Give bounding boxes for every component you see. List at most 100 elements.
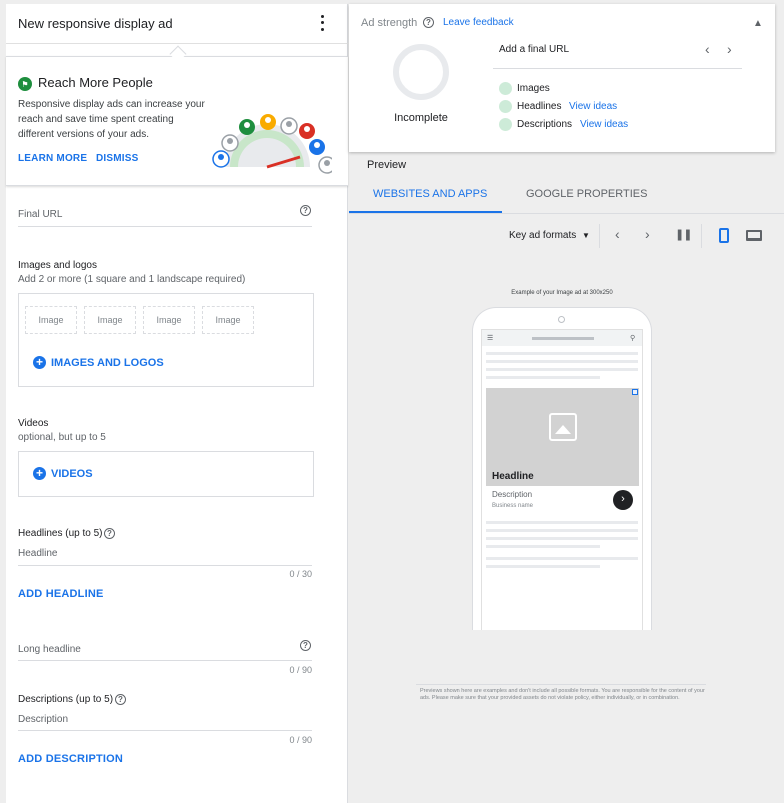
- image-slot[interactable]: Image: [143, 306, 195, 334]
- preview-tabs: WEBSITES AND APPS GOOGLE PROPERTIES: [349, 178, 784, 214]
- headlines-status-label: Headlines: [517, 101, 562, 112]
- collapse-chevron-icon[interactable]: ▲: [753, 18, 763, 29]
- next-icon[interactable]: ›: [645, 226, 650, 242]
- long-headline-input[interactable]: Long headline: [18, 644, 81, 655]
- strength-ring: [393, 44, 449, 100]
- gauge-illustration-icon: [212, 114, 332, 174]
- images-subtitle: Add 2 or more (1 square and 1 landscape …: [18, 274, 246, 285]
- long-headline-counter: 0 / 90: [289, 665, 312, 675]
- dismiss-button[interactable]: DISMISS: [96, 153, 139, 164]
- headlines-help-icon[interactable]: ?: [104, 528, 115, 539]
- editor-title: New responsive display ad: [18, 16, 173, 31]
- ad-description: Description: [492, 490, 533, 499]
- headline-underline: [18, 565, 312, 566]
- preview-title: Preview: [367, 159, 407, 171]
- add-images-label: IMAGES AND LOGOS: [51, 356, 164, 369]
- mountain-shape: [555, 425, 571, 434]
- images-box: Image Image Image Image + IMAGES AND LOG…: [18, 293, 314, 387]
- description-input[interactable]: Description: [18, 714, 68, 725]
- desktop-device-icon[interactable]: [746, 230, 762, 241]
- headline-input[interactable]: Headline: [18, 548, 57, 559]
- final-url-underline: [18, 226, 312, 227]
- mobile-device-icon[interactable]: [719, 228, 729, 243]
- example-caption: Example of your Image ad at 300x250: [511, 290, 613, 296]
- images-status-label: Images: [517, 83, 550, 94]
- ad-image: Headline: [486, 388, 639, 486]
- videos-subtitle: optional, but up to 5: [18, 432, 106, 443]
- descriptions-status-dot: [499, 118, 512, 131]
- active-tab-indicator: [349, 211, 502, 213]
- flag-icon: ⚑: [18, 77, 32, 91]
- description-counter: 0 / 90: [289, 735, 312, 745]
- phone-screen: ☰ ⚲ Headline Description Business name ›: [481, 329, 643, 630]
- descriptions-view-ideas-link[interactable]: View ideas: [580, 119, 628, 130]
- strength-tip: Add a final URL: [499, 44, 570, 55]
- final-url-input[interactable]: Final URL: [18, 209, 62, 220]
- descriptions-help-icon[interactable]: ?: [115, 694, 126, 705]
- videos-box: + VIDEOS: [18, 451, 314, 497]
- plus-icon: +: [33, 356, 46, 369]
- pause-icon[interactable]: ❚❚: [675, 228, 692, 241]
- ad-cta-arrow-icon: ›: [613, 490, 633, 510]
- headline-counter: 0 / 30: [289, 569, 312, 579]
- content-placeholder: [486, 376, 600, 379]
- tip-title: Reach More People: [38, 75, 153, 90]
- dropdown-arrow-icon: ▼: [582, 231, 590, 240]
- add-images-button[interactable]: + IMAGES AND LOGOS: [33, 356, 164, 369]
- final-url-help-icon[interactable]: ?: [300, 205, 311, 216]
- content-placeholder: [486, 529, 638, 532]
- long-headline-help-icon[interactable]: ?: [300, 640, 311, 651]
- more-options-icon[interactable]: [317, 13, 327, 33]
- formats-label: Key ad formats: [509, 230, 577, 241]
- content-placeholder: [486, 545, 600, 548]
- preview-toolbar: Key ad formats ▼ ‹ › ❚❚: [349, 214, 784, 258]
- tab-google-properties[interactable]: GOOGLE PROPERTIES: [526, 188, 647, 200]
- ad-strength-help-icon[interactable]: ?: [423, 17, 434, 28]
- images-status-dot: [499, 82, 512, 95]
- editor-header: New responsive display ad: [6, 4, 348, 44]
- preview-disclaimer: Previews shown here are examples and don…: [420, 688, 705, 701]
- plus-icon: +: [33, 467, 46, 480]
- previous-icon[interactable]: ‹: [615, 226, 620, 242]
- headlines-title: Headlines (up to 5): [18, 528, 103, 539]
- learn-more-link[interactable]: LEARN MORE: [18, 153, 87, 164]
- image-slot[interactable]: Image: [202, 306, 254, 334]
- ad-business-name: Business name: [492, 503, 534, 509]
- descriptions-title: Descriptions (up to 5): [18, 694, 114, 705]
- tip-divider: [493, 68, 742, 69]
- phone-camera: [558, 316, 565, 323]
- description-underline: [18, 730, 312, 731]
- content-placeholder: [486, 557, 638, 560]
- add-videos-label: VIDEOS: [51, 467, 93, 480]
- videos-title: Videos: [18, 418, 49, 429]
- ad-strength-card: Ad strength ? Leave feedback Incomplete …: [349, 4, 775, 152]
- headlines-view-ideas-link[interactable]: View ideas: [569, 101, 617, 112]
- add-videos-button[interactable]: + VIDEOS: [33, 467, 93, 480]
- ad-editor-panel: New responsive display ad ⚑ Reach More P…: [6, 4, 348, 803]
- image-placeholder-icon: [549, 413, 577, 441]
- search-icon: ⚲: [630, 335, 636, 342]
- url-bar: [532, 337, 594, 340]
- strength-status: Incomplete: [394, 112, 448, 124]
- image-slot[interactable]: Image: [25, 306, 77, 334]
- tip-body: Responsive display ads can increase your…: [18, 99, 205, 140]
- content-placeholder: [486, 565, 600, 568]
- content-placeholder: [486, 352, 638, 355]
- toolbar-divider: [599, 224, 600, 248]
- prev-tip-icon[interactable]: ‹: [705, 41, 710, 57]
- tab-websites-and-apps[interactable]: WEBSITES AND APPS: [373, 188, 487, 200]
- add-headline-button[interactable]: ADD HEADLINE: [18, 588, 104, 600]
- add-description-button[interactable]: ADD DESCRIPTION: [18, 753, 123, 765]
- content-placeholder: [486, 368, 638, 371]
- long-headline-underline: [18, 660, 312, 661]
- content-placeholder: [486, 537, 638, 540]
- reach-more-tip-card: ⚑ Reach More People Responsive display a…: [6, 56, 348, 186]
- menu-icon: ☰: [487, 335, 494, 342]
- content-placeholder: [486, 521, 638, 524]
- ad-strength-title: Ad strength: [361, 17, 418, 29]
- key-ad-formats-dropdown[interactable]: Key ad formats ▼: [509, 230, 590, 241]
- leave-feedback-link[interactable]: Leave feedback: [443, 17, 514, 28]
- next-tip-icon[interactable]: ›: [727, 41, 732, 57]
- toolbar-divider: [701, 224, 702, 248]
- image-slot[interactable]: Image: [84, 306, 136, 334]
